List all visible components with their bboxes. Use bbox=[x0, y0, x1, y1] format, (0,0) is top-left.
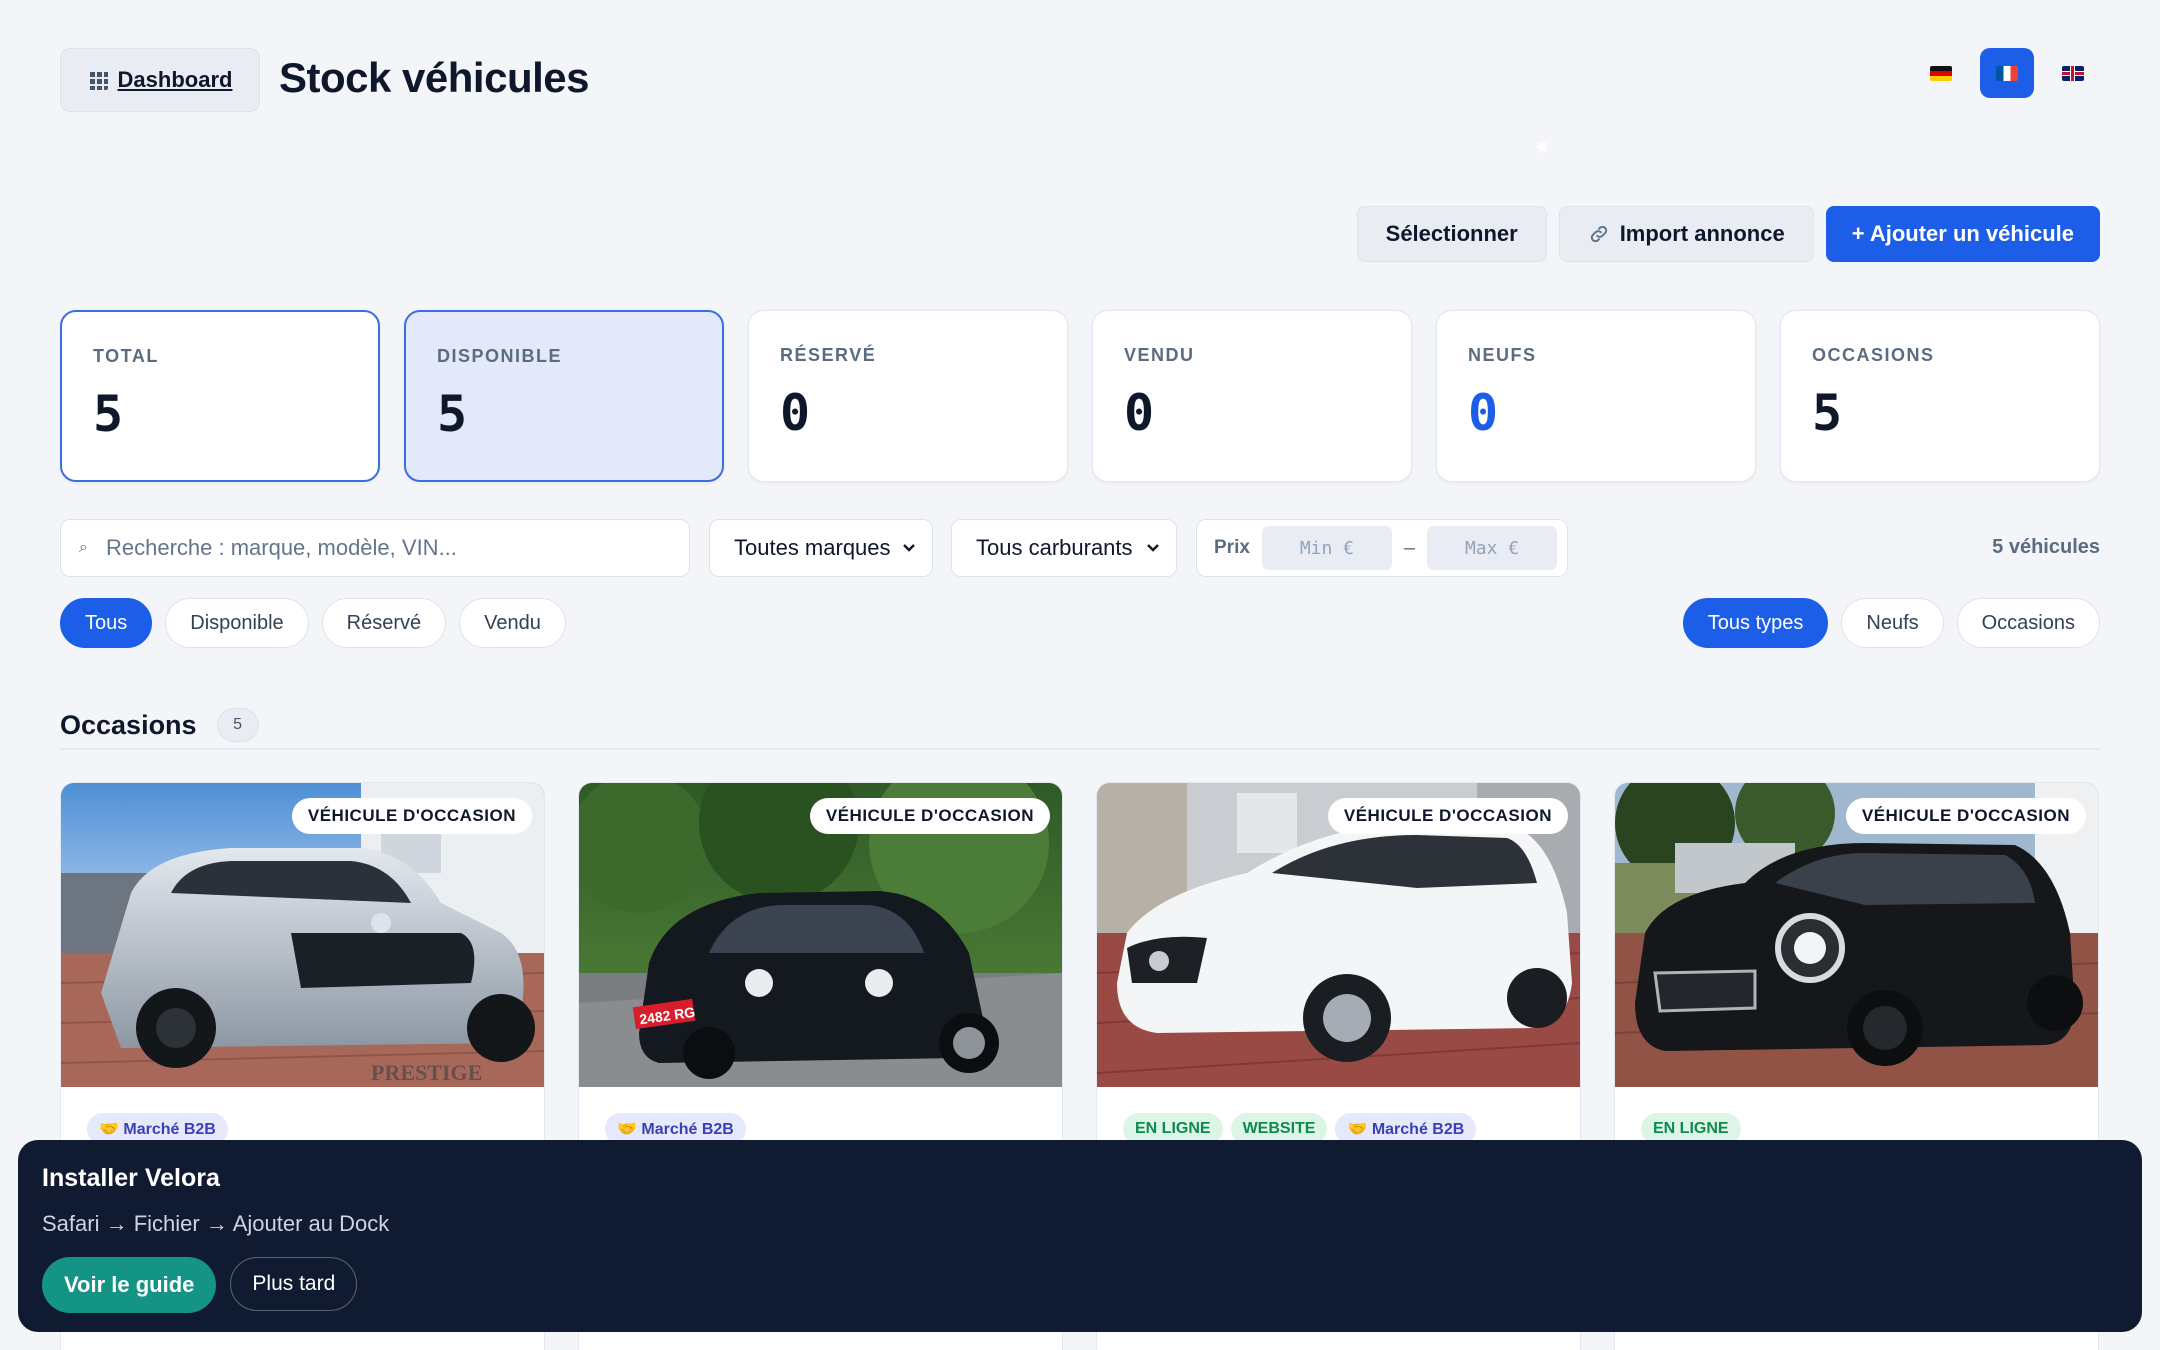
lang-fr-button[interactable] bbox=[1980, 48, 2034, 98]
dashboard-label: Dashboard bbox=[117, 67, 233, 92]
stat-card-used[interactable]: OCCASIONS 5 bbox=[1780, 310, 2100, 482]
brand-select[interactable]: Toutes marques bbox=[709, 519, 933, 577]
search-input[interactable] bbox=[105, 535, 666, 561]
vehicle-photo: 2482 RG VÉHICULE D'OCCASION bbox=[579, 783, 1062, 1087]
section-header: Occasions 5 bbox=[60, 708, 259, 742]
stat-card-reserved[interactable]: RÉSERVÉ 0 bbox=[748, 310, 1068, 482]
link-icon bbox=[1590, 225, 1607, 243]
search-icon: ⌕ bbox=[79, 539, 88, 556]
banner-subtitle: Safari → Fichier → Ajouter au Dock bbox=[42, 1211, 390, 1236]
stat-value: 0 bbox=[1468, 384, 1499, 442]
later-button[interactable]: Plus tard bbox=[230, 1257, 358, 1311]
chip-new[interactable]: Neufs bbox=[1841, 598, 1944, 648]
vehicle-photo: PRESTIGE VÉHICULE D'OCCASION bbox=[61, 783, 544, 1087]
price-max-input[interactable]: Max € bbox=[1427, 526, 1558, 570]
page-header: Dashboard Stock véhicules bbox=[60, 48, 2100, 114]
select-button[interactable]: Sélectionner bbox=[1356, 206, 1547, 262]
french-flag-icon bbox=[1996, 65, 2018, 81]
section-title: Occasions bbox=[60, 709, 197, 740]
dashboard-icon bbox=[87, 70, 108, 90]
chip-all-types[interactable]: Tous types bbox=[1682, 598, 1829, 648]
section-count-badge: 5 bbox=[216, 708, 259, 742]
stat-label: NEUFS bbox=[1468, 345, 1537, 365]
install-banner: Installer Velora Safari → Fichier → Ajou… bbox=[18, 1140, 2142, 1332]
section-divider bbox=[60, 748, 2100, 750]
chip-all[interactable]: Tous bbox=[60, 598, 153, 648]
chip-available[interactable]: Disponible bbox=[165, 598, 309, 648]
price-separator: – bbox=[1403, 536, 1416, 559]
import-listing-button[interactable]: Import annonce bbox=[1558, 206, 1814, 262]
uk-flag-icon bbox=[2062, 65, 2084, 81]
stat-label: VENDU bbox=[1124, 345, 1195, 365]
stat-card-available[interactable]: DISPONIBLE 5 bbox=[404, 310, 724, 482]
stat-card-total[interactable]: TOTAL 5 bbox=[60, 310, 380, 482]
fuel-select-value: Tous carburants bbox=[976, 535, 1133, 560]
view-guide-button[interactable]: Voir le guide bbox=[42, 1257, 217, 1313]
language-switcher bbox=[1914, 48, 2100, 98]
used-vehicle-badge: VÉHICULE D'OCCASION bbox=[1845, 798, 2086, 834]
lang-en-button[interactable] bbox=[2046, 48, 2100, 98]
brand-select-value: Toutes marques bbox=[734, 535, 891, 560]
sparkle-icon: ✷ bbox=[1533, 135, 1552, 160]
search-box: ⌕ bbox=[60, 519, 690, 577]
stat-label: OCCASIONS bbox=[1812, 345, 1935, 365]
add-vehicle-label: + Ajouter un véhicule bbox=[1851, 221, 2074, 246]
type-filter-chips: Tous types Neufs Occasions bbox=[1682, 598, 2100, 648]
german-flag-icon bbox=[1930, 65, 1952, 81]
import-listing-label: Import annonce bbox=[1619, 221, 1785, 246]
chevron-down-icon bbox=[1147, 544, 1159, 552]
vehicle-photo: VÉHICULE D'OCCASION bbox=[1097, 783, 1580, 1087]
banner-title: Installer Velora bbox=[42, 1164, 220, 1192]
used-vehicle-badge: VÉHICULE D'OCCASION bbox=[809, 798, 1050, 834]
stat-label: TOTAL bbox=[93, 346, 159, 366]
stats-row: TOTAL 5 DISPONIBLE 5 RÉSERVÉ 0 VENDU 0 N… bbox=[60, 310, 2100, 482]
toolbar-actions: Sélectionner Import annonce + Ajouter un… bbox=[1356, 206, 2100, 262]
stat-value: 0 bbox=[1124, 384, 1155, 442]
fuel-select[interactable]: Tous carburants bbox=[951, 519, 1177, 577]
vehicle-photo: VÉHICULE D'OCCASION bbox=[1615, 783, 2098, 1087]
stat-label: DISPONIBLE bbox=[437, 346, 563, 366]
add-vehicle-button[interactable]: + Ajouter un véhicule bbox=[1825, 206, 2100, 262]
chip-reserved[interactable]: Réservé bbox=[321, 598, 447, 648]
chevron-down-icon bbox=[903, 544, 915, 552]
stat-card-sold[interactable]: VENDU 0 bbox=[1092, 310, 1412, 482]
dashboard-button[interactable]: Dashboard bbox=[60, 48, 260, 112]
price-min-input[interactable]: Min € bbox=[1261, 526, 1392, 570]
price-label: Prix bbox=[1214, 537, 1250, 558]
lang-de-button[interactable] bbox=[1914, 48, 1968, 98]
filters-bar: ⌕ Toutes marques Tous carburants Prix Mi… bbox=[60, 519, 2100, 579]
photo-watermark: PRESTIGE bbox=[371, 1060, 482, 1085]
used-vehicle-badge: VÉHICULE D'OCCASION bbox=[291, 798, 532, 834]
stat-value: 0 bbox=[780, 384, 811, 442]
stat-label: RÉSERVÉ bbox=[780, 345, 877, 365]
stat-card-new[interactable]: NEUFS 0 bbox=[1436, 310, 1756, 482]
price-range: Prix Min € – Max € bbox=[1196, 519, 1568, 577]
result-count: 5 véhicules bbox=[1992, 536, 2100, 558]
page-title: Stock véhicules bbox=[279, 54, 589, 101]
used-vehicle-badge: VÉHICULE D'OCCASION bbox=[1327, 798, 1568, 834]
stat-value: 5 bbox=[93, 385, 124, 443]
chip-sold[interactable]: Vendu bbox=[459, 598, 566, 648]
status-filter-chips: Tous Disponible Réservé Vendu bbox=[60, 598, 566, 648]
chip-used[interactable]: Occasions bbox=[1956, 598, 2100, 648]
stat-value: 5 bbox=[1812, 384, 1843, 442]
banner-actions: Voir le guide Plus tard bbox=[42, 1257, 2118, 1313]
stat-value: 5 bbox=[437, 385, 468, 443]
select-label: Sélectionner bbox=[1385, 221, 1518, 246]
